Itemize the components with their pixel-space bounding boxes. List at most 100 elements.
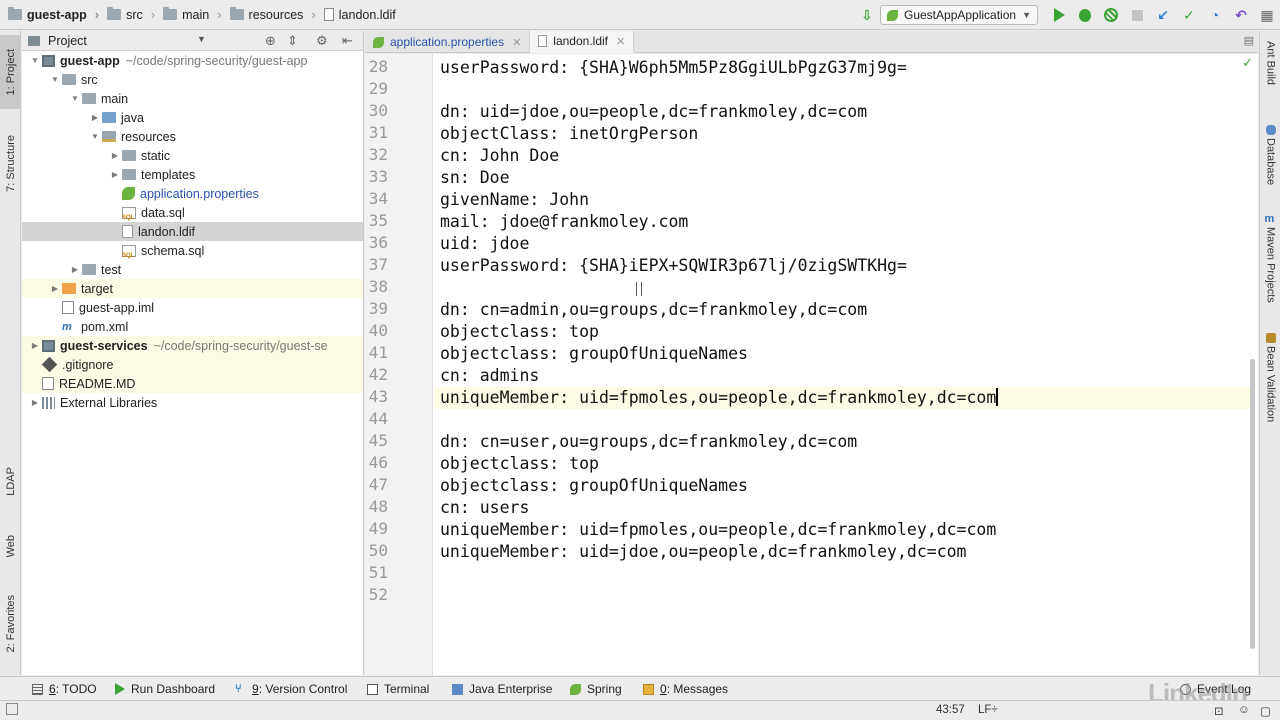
stop-button[interactable]: [1124, 0, 1150, 30]
chevron-down-icon[interactable]: ▼: [197, 34, 206, 44]
tool-tab-database[interactable]: Database: [1260, 125, 1280, 185]
inspector-icon[interactable]: ☺: [1238, 704, 1250, 716]
breadcrumb-src[interactable]: src ›: [99, 0, 155, 30]
vertical-scrollbar[interactable]: [1250, 359, 1255, 649]
code-area[interactable]: userPassword: {SHA}W6ph5Mm5Pz8GgiULbPgzG…: [434, 54, 1254, 675]
line-separator[interactable]: LF÷: [978, 704, 998, 716]
chevron-down-icon[interactable]: ▼: [48, 75, 62, 84]
chevron-right-icon[interactable]: ▶: [88, 113, 102, 122]
chevron-down-icon[interactable]: ▼: [28, 56, 42, 65]
tree-item[interactable]: schema.sql: [22, 241, 363, 260]
tree-item[interactable]: ▼ guest-app ~/code/spring-security/guest-a…: [22, 51, 363, 70]
code-line[interactable]: objectclass: groupOfUniqueNames: [440, 475, 748, 497]
debug-button[interactable]: [1072, 0, 1098, 30]
code-line[interactable]: cn: John Doe: [440, 145, 559, 167]
revert-button[interactable]: ↶: [1228, 0, 1254, 30]
chevron-right-icon[interactable]: ▶: [28, 398, 42, 407]
code-line[interactable]: userPassword: {SHA}W6ph5Mm5Pz8GgiULbPgzG…: [440, 57, 907, 79]
commit-button[interactable]: ✓: [1176, 0, 1202, 30]
code-line[interactable]: uniqueMember: uid=fpmoles,ou=people,dc=f…: [434, 387, 1254, 409]
code-line[interactable]: sn: Doe: [440, 167, 510, 189]
tool-version-control[interactable]: ⑂ 9: Version Control: [235, 677, 347, 701]
breadcrumb-main[interactable]: main ›: [155, 0, 222, 30]
gear-icon[interactable]: ⚙: [316, 33, 328, 49]
tree-item[interactable]: application.properties: [22, 184, 363, 203]
code-line[interactable]: dn: cn=user,ou=groups,dc=frankmoley,dc=c…: [440, 431, 857, 453]
tree-item[interactable]: landon.ldif: [22, 222, 363, 241]
chevron-down-icon[interactable]: ▼: [88, 132, 102, 141]
code-line[interactable]: mail: jdoe@frankmoley.com: [440, 211, 688, 233]
chevron-right-icon[interactable]: ▶: [48, 284, 62, 293]
locate-icon[interactable]: ⊕: [265, 33, 276, 49]
tool-windows-icon[interactable]: [6, 703, 18, 715]
tree-item[interactable]: ▶ guest-services ~/code/spring-security/gu…: [22, 336, 363, 355]
caret-position[interactable]: 43:57: [936, 704, 965, 716]
vcs-history-button[interactable]: ◔: [1202, 0, 1228, 30]
tool-terminal[interactable]: Terminal: [367, 677, 429, 701]
tree-item[interactable]: ▶ test: [22, 260, 363, 279]
code-line[interactable]: givenName: John: [440, 189, 589, 211]
tool-tab-bean-validation[interactable]: Bean Validation: [1260, 333, 1280, 422]
breadcrumb-file[interactable]: landon.ldif: [316, 0, 396, 30]
project-structure-button[interactable]: ▦: [1254, 0, 1280, 30]
event-icon[interactable]: ▢: [1260, 704, 1271, 718]
tool-tab-web[interactable]: Web: [0, 521, 21, 571]
tab-landon-ldif[interactable]: landon.ldif ✕: [530, 31, 635, 53]
code-editor[interactable]: 28 29 30 31 32 33 34 35 36 37 38 39 40 41 42 43 44 45 46 47…: [365, 54, 1258, 675]
update-project-button[interactable]: ↙: [1150, 0, 1176, 30]
build-icon[interactable]: ⇩: [854, 0, 880, 30]
tree-item[interactable]: ▶ External Libraries: [22, 393, 363, 412]
code-line[interactable]: uid: jdoe: [440, 233, 529, 255]
code-line[interactable]: objectclass: top: [440, 453, 599, 475]
hide-panel-icon[interactable]: ⇤: [342, 33, 353, 49]
tree-item[interactable]: m pom.xml: [22, 317, 363, 336]
breadcrumb-project[interactable]: guest-app ›: [0, 0, 99, 30]
tree-item[interactable]: ▶ target: [22, 279, 363, 298]
tree-item[interactable]: .gitignore: [22, 355, 363, 374]
project-panel-title[interactable]: Project: [48, 34, 87, 48]
chevron-down-icon[interactable]: ▼: [68, 94, 82, 103]
chevron-right-icon[interactable]: ▶: [108, 151, 122, 160]
code-line[interactable]: cn: admins: [440, 365, 539, 387]
tree-item[interactable]: ▶ templates: [22, 165, 363, 184]
inspection-ok-icon[interactable]: ✓: [1242, 56, 1253, 71]
code-line[interactable]: uniqueMember: uid=fpmoles,ou=people,dc=f…: [440, 519, 996, 541]
close-icon[interactable]: ✕: [616, 35, 625, 48]
tool-tab-project[interactable]: 1: Project: [0, 35, 21, 109]
chevron-right-icon[interactable]: ▶: [108, 170, 122, 179]
chevron-right-icon[interactable]: ▶: [28, 341, 42, 350]
code-line[interactable]: objectclass: groupOfUniqueNames: [440, 343, 748, 365]
tree-item[interactable]: ▼ resources: [22, 127, 363, 146]
collapse-all-icon[interactable]: ⇕: [287, 33, 298, 49]
close-icon[interactable]: ✕: [512, 36, 521, 49]
code-line[interactable]: objectclass: top: [440, 321, 599, 343]
code-line[interactable]: dn: uid=jdoe,ou=people,dc=frankmoley,dc=…: [440, 101, 867, 123]
tool-messages[interactable]: 0: Messages: [643, 677, 728, 701]
code-line[interactable]: uniqueMember: uid=jdoe,ou=people,dc=fran…: [440, 541, 967, 563]
chevron-right-icon[interactable]: ▶: [68, 265, 82, 274]
tree-item[interactable]: README.MD: [22, 374, 363, 393]
tree-item[interactable]: guest-app.iml: [22, 298, 363, 317]
code-line[interactable]: userPassword: {SHA}iEPX+SQWIR3p67lj/0zig…: [440, 255, 907, 277]
code-line[interactable]: dn: cn=admin,ou=groups,dc=frankmoley,dc=…: [440, 299, 867, 321]
tree-item[interactable]: ▶ static: [22, 146, 363, 165]
tab-application-properties[interactable]: application.properties ✕: [365, 31, 531, 53]
tool-tab-ldap[interactable]: LDAP: [0, 456, 21, 506]
tool-todo[interactable]: 6: TODO: [32, 677, 97, 701]
breadcrumb-resources[interactable]: resources ›: [222, 0, 316, 30]
coverage-button[interactable]: [1098, 0, 1124, 30]
tool-java-enterprise[interactable]: Java Enterprise: [452, 677, 552, 701]
tree-item[interactable]: ▼ src: [22, 70, 363, 89]
code-line[interactable]: cn: users: [440, 497, 529, 519]
run-button[interactable]: [1046, 0, 1072, 30]
tool-tab-structure[interactable]: 7: Structure: [0, 123, 21, 203]
code-line[interactable]: objectClass: inetOrgPerson: [440, 123, 698, 145]
lock-icon[interactable]: ⊡: [1214, 704, 1224, 718]
tool-tab-ant-build[interactable]: Ant Build: [1260, 41, 1280, 85]
tree-item[interactable]: ▶ java: [22, 108, 363, 127]
tree-item[interactable]: data.sql: [22, 203, 363, 222]
tool-tab-favorites[interactable]: 2: Favorites: [0, 583, 21, 665]
tool-run-dashboard[interactable]: Run Dashboard: [115, 677, 215, 701]
tool-tab-maven-projects[interactable]: m Maven Projects: [1260, 214, 1280, 303]
tab-list-icon[interactable]: ▤: [1244, 34, 1254, 47]
